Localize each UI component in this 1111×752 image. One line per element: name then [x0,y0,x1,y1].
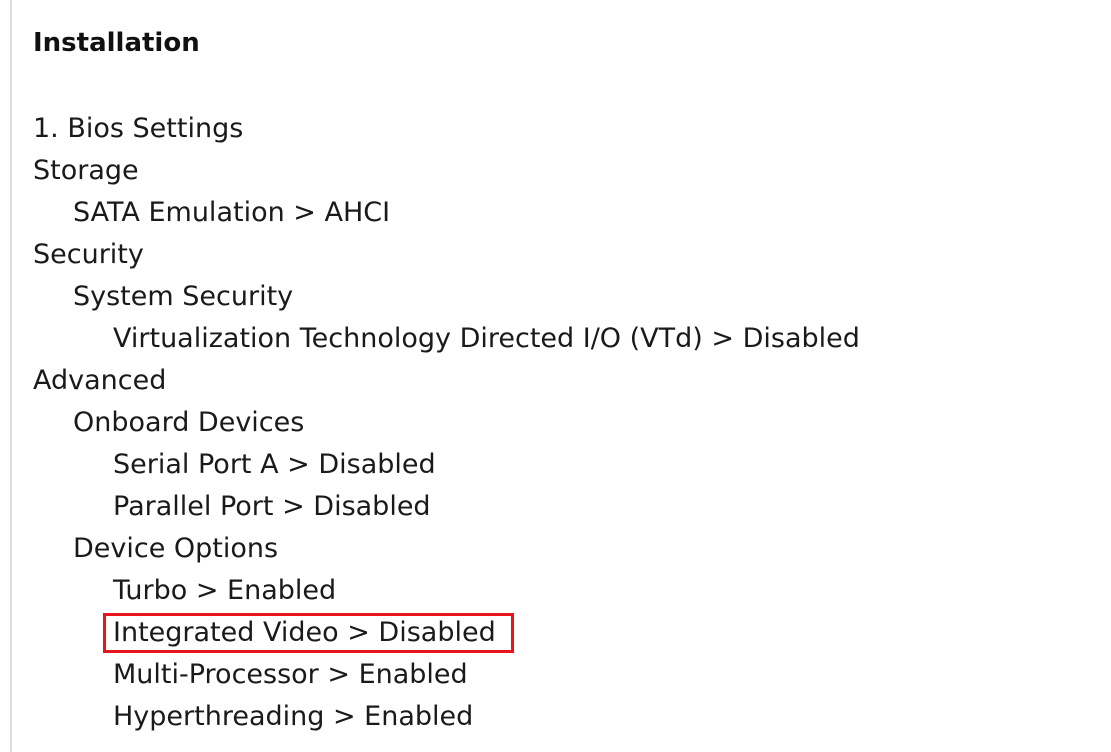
document-page: Installation 1. Bios Settings Storage SATA… [0,0,1111,752]
page-title: Installation [33,28,200,58]
list-item: 1. Bios Settings [33,108,1091,150]
document-content: Installation 1. Bios Settings Storage SATA… [33,24,1091,738]
highlighted-setting: Integrated Video > Disabled [103,613,514,653]
setting-text: Onboard Devices [73,407,305,438]
setting-text: SATA Emulation > AHCI [73,197,391,228]
setting-text: Virtualization Technology Directed I/O (… [113,323,860,354]
setting-text: 1. Bios Settings [33,113,244,144]
list-item: System Security [33,276,1091,318]
list-item: Parallel Port > Disabled [33,486,1091,528]
setting-text: Hyperthreading > Enabled [113,701,474,732]
setting-text: Advanced [33,365,167,396]
list-item: Serial Port A > Disabled [33,444,1091,486]
list-item: SATA Emulation > AHCI [33,192,1091,234]
list-item: Integrated Video > Disabled [33,612,1091,654]
bios-settings-list: 1. Bios Settings Storage SATA Emulation > … [33,108,1091,738]
setting-text: Storage [33,155,139,186]
setting-text: Parallel Port > Disabled [113,491,431,522]
setting-text: Multi-Processor > Enabled [113,659,468,690]
list-item: Turbo > Enabled [33,570,1091,612]
list-item: Storage [33,150,1091,192]
list-item: Advanced [33,360,1091,402]
setting-text: System Security [73,281,294,312]
list-item: Security [33,234,1091,276]
list-item: Virtualization Technology Directed I/O (… [33,318,1091,360]
list-item: Device Options [33,528,1091,570]
setting-text: Serial Port A > Disabled [113,449,436,480]
list-item: Multi-Processor > Enabled [33,654,1091,696]
left-border-divider [10,0,12,752]
setting-text: Turbo > Enabled [113,575,337,606]
setting-text: Device Options [73,533,279,564]
list-item: Onboard Devices [33,402,1091,444]
list-item: Hyperthreading > Enabled [33,696,1091,738]
setting-text: Security [33,239,144,270]
